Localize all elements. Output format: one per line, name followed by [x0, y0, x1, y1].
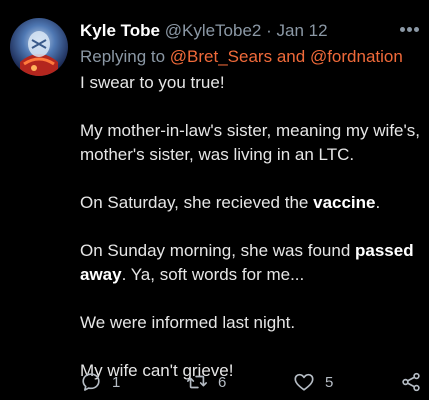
tweet-line: On Saturday, she recieved the vaccine. — [80, 191, 420, 215]
tweet-text-bold: vaccine — [313, 193, 376, 212]
tweet-actions: 1 6 5 — [0, 368, 429, 396]
share-button[interactable] — [400, 368, 422, 396]
tweet-text-part: On Sunday morning, she was found — [80, 241, 351, 260]
avatar-image — [20, 31, 58, 76]
heart-icon — [294, 373, 314, 391]
like-count: 5 — [325, 373, 334, 391]
tweet-text: I swear to you true! My mother-in-law's … — [80, 71, 420, 383]
tweet-line: We were informed last night. — [80, 313, 296, 332]
share-icon — [402, 372, 420, 392]
tweet-text-part: . Ya, soft words for me... — [121, 265, 305, 284]
retweet-icon — [187, 375, 207, 389]
reply-and: and — [276, 47, 306, 66]
separator: · — [266, 21, 272, 40]
reply-count: 1 — [112, 373, 121, 391]
reply-mention-fordnation[interactable]: @fordnation — [310, 47, 403, 66]
tweet-text-part: . — [375, 193, 381, 212]
tweet-line: My mother-in-law's sister, meaning my wi… — [80, 121, 420, 164]
tweet-line: I swear to you true! — [80, 73, 225, 92]
tweet-text-part: On Saturday, she recieved the — [80, 193, 309, 212]
reply-icon — [82, 373, 100, 391]
author-handle[interactable]: @KyleTobe2 — [165, 21, 262, 40]
tweet-line: On Sunday morning, she was found passed … — [80, 239, 420, 287]
replying-to: Replying to @Bret_Sears and @fordnation — [80, 46, 403, 68]
tweet[interactable]: Kyle Tobe @KyleTobe2 · Jan 12 Replying t… — [0, 0, 429, 400]
tweet-header: Kyle Tobe @KyleTobe2 · Jan 12 — [80, 20, 328, 42]
reply-mention-bret[interactable]: @Bret_Sears — [170, 47, 272, 66]
tweet-date[interactable]: Jan 12 — [277, 21, 328, 40]
avatar[interactable] — [10, 18, 68, 76]
like-button[interactable]: 5 — [293, 368, 333, 396]
retweet-button[interactable]: 6 — [186, 368, 226, 396]
retweet-count: 6 — [218, 373, 227, 391]
more-icon[interactable] — [400, 24, 420, 36]
replying-prefix: Replying to — [80, 47, 166, 66]
author-name[interactable]: Kyle Tobe — [80, 21, 160, 40]
reply-button[interactable]: 1 — [80, 368, 120, 396]
